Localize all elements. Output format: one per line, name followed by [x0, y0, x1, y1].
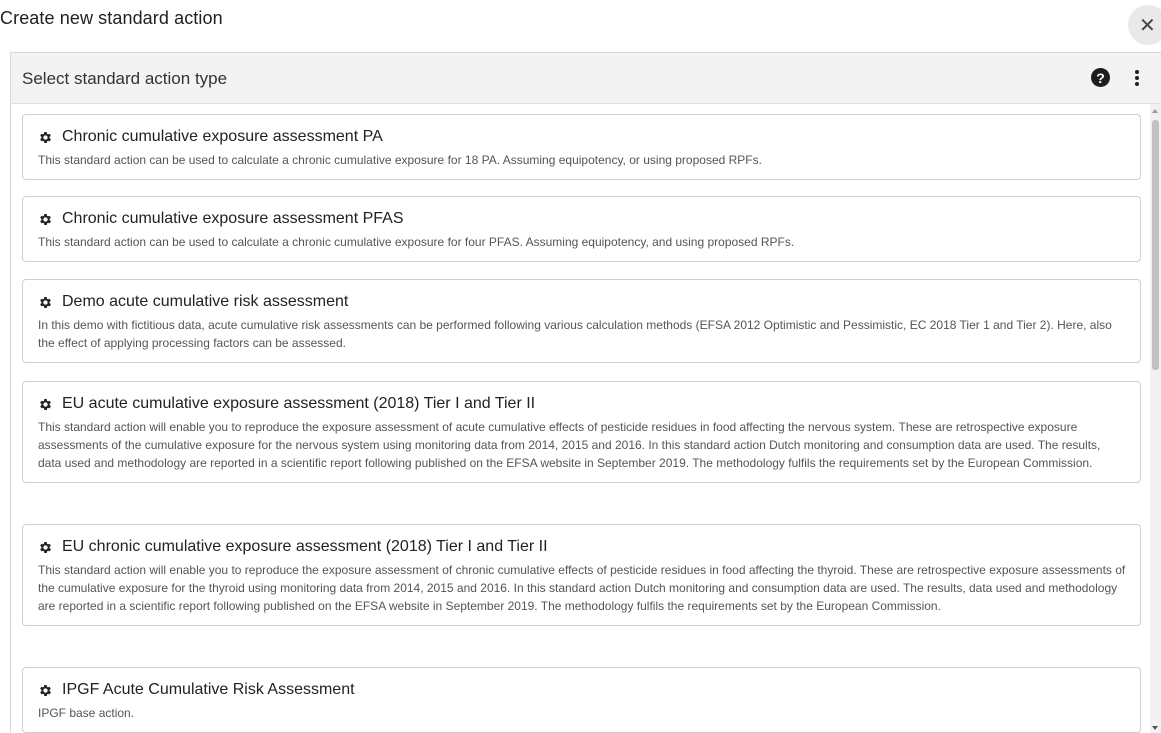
action-card-title-row: Chronic cumulative exposure assessment P…	[38, 210, 1126, 228]
action-card[interactable]: Chronic cumulative exposure assessment P…	[22, 196, 1141, 262]
action-card[interactable]: EU chronic cumulative exposure assessmen…	[22, 524, 1141, 626]
action-card-description: This standard action will enable you to …	[38, 420, 1101, 470]
gear-icon	[40, 398, 51, 410]
close-icon: ✕	[1139, 14, 1156, 37]
action-card-description: IPGF base action.	[38, 706, 135, 720]
gear-icon	[40, 541, 51, 553]
scrollbar-thumb[interactable]	[1152, 120, 1159, 370]
action-card-title: IPGF Acute Cumulative Risk Assessment	[62, 681, 355, 698]
action-card-title: EU acute cumulative exposure assessment …	[62, 395, 536, 412]
menu-dot	[1135, 70, 1139, 74]
action-card-title-row: EU acute cumulative exposure assessment …	[38, 395, 1126, 413]
action-card[interactable]: EU acute cumulative exposure assessment …	[22, 381, 1141, 483]
action-card-title: Chronic cumulative exposure assessment P…	[62, 128, 383, 145]
gear-icon	[40, 684, 51, 696]
action-card-title-row: Demo acute cumulative risk assessment	[38, 293, 1126, 311]
action-card-title: Chronic cumulative exposure assessment P…	[62, 210, 404, 227]
close-button[interactable]: ✕	[1128, 5, 1161, 45]
action-card-title-row: Chronic cumulative exposure assessment P…	[38, 128, 1126, 146]
help-icon[interactable]: ?	[1091, 68, 1110, 87]
action-card[interactable]: Chronic cumulative exposure assessment P…	[22, 114, 1141, 180]
action-card-title: EU chronic cumulative exposure assessmen…	[62, 538, 548, 555]
menu-dot	[1135, 82, 1139, 86]
menu-dot	[1135, 76, 1139, 80]
gear-icon	[40, 213, 51, 225]
action-card-title: Demo acute cumulative risk assessment	[62, 293, 349, 310]
action-card-title-row: EU chronic cumulative exposure assessmen…	[38, 538, 1126, 556]
standard-action-panel: Select standard action type ? Chronic cu…	[10, 52, 1161, 733]
action-card[interactable]: Demo acute cumulative risk assessment In…	[22, 279, 1141, 363]
action-card-description: This standard action can be used to calc…	[38, 235, 795, 249]
gear-icon	[40, 131, 51, 143]
action-card[interactable]: IPGF Acute Cumulative Risk Assessment IP…	[22, 667, 1141, 733]
panel-title: Select standard action type	[22, 69, 228, 88]
dialog-title: Create new standard action	[0, 8, 223, 28]
action-card-title-row: IPGF Acute Cumulative Risk Assessment	[38, 681, 1126, 699]
gear-icon	[40, 296, 51, 308]
action-card-description: This standard action can be used to calc…	[38, 153, 762, 167]
panel-header: Select standard action type ?	[11, 53, 1161, 104]
action-card-description: This standard action will enable you to …	[38, 563, 1126, 613]
more-vertical-icon[interactable]	[1130, 67, 1144, 89]
action-card-description: In this demo with fictitious data, acute…	[38, 318, 1112, 350]
action-type-list: Chronic cumulative exposure assessment P…	[11, 105, 1161, 733]
scroll-up-arrow-icon[interactable]	[1152, 109, 1158, 113]
scroll-down-arrow-icon[interactable]	[1152, 726, 1158, 730]
list-scrollbar[interactable]	[1150, 104, 1161, 733]
